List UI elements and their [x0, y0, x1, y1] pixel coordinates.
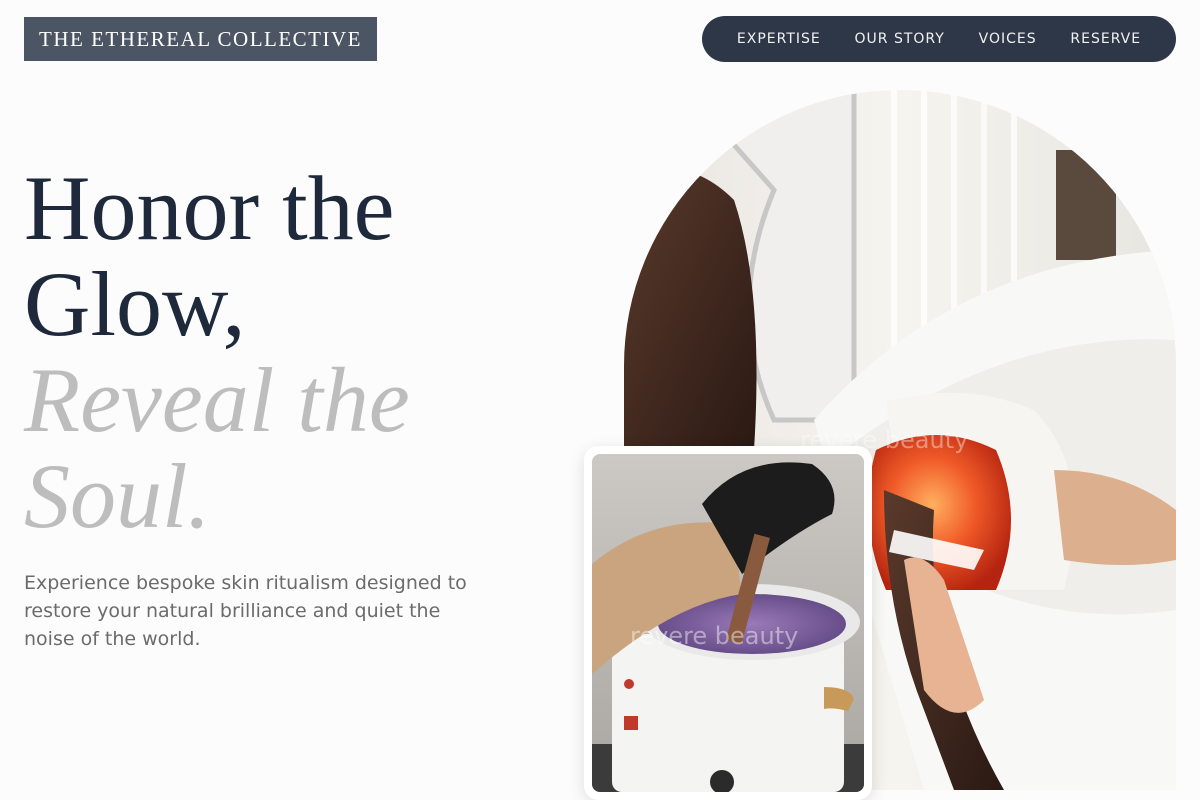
headline-line-3: Reveal the: [24, 349, 410, 451]
headline-line-2: Glow,: [24, 253, 246, 355]
hero-description: Experience bespoke skin ritualism design…: [24, 572, 467, 650]
nav-item-reserve[interactable]: RESERVE: [1070, 31, 1141, 47]
nav-item-expertise[interactable]: EXPERTISE: [737, 31, 821, 47]
inset-image-watermark: revere beauty: [630, 622, 798, 650]
nav-item-voices[interactable]: VOICES: [979, 31, 1037, 47]
headline-line-4: Soul.: [24, 445, 211, 547]
main-nav: EXPERTISE OUR STORY VOICES RESERVE: [702, 16, 1176, 62]
inset-image-card: revere beauty: [584, 446, 872, 800]
brand-logo[interactable]: THE ETHEREAL COLLECTIVE: [24, 17, 377, 61]
inset-image: revere beauty: [592, 454, 864, 792]
hero-headline: Honor the Glow, Reveal the Soul.: [24, 160, 410, 544]
headline-line-1: Honor the: [24, 157, 395, 259]
nav-item-our-story[interactable]: OUR STORY: [855, 31, 945, 47]
